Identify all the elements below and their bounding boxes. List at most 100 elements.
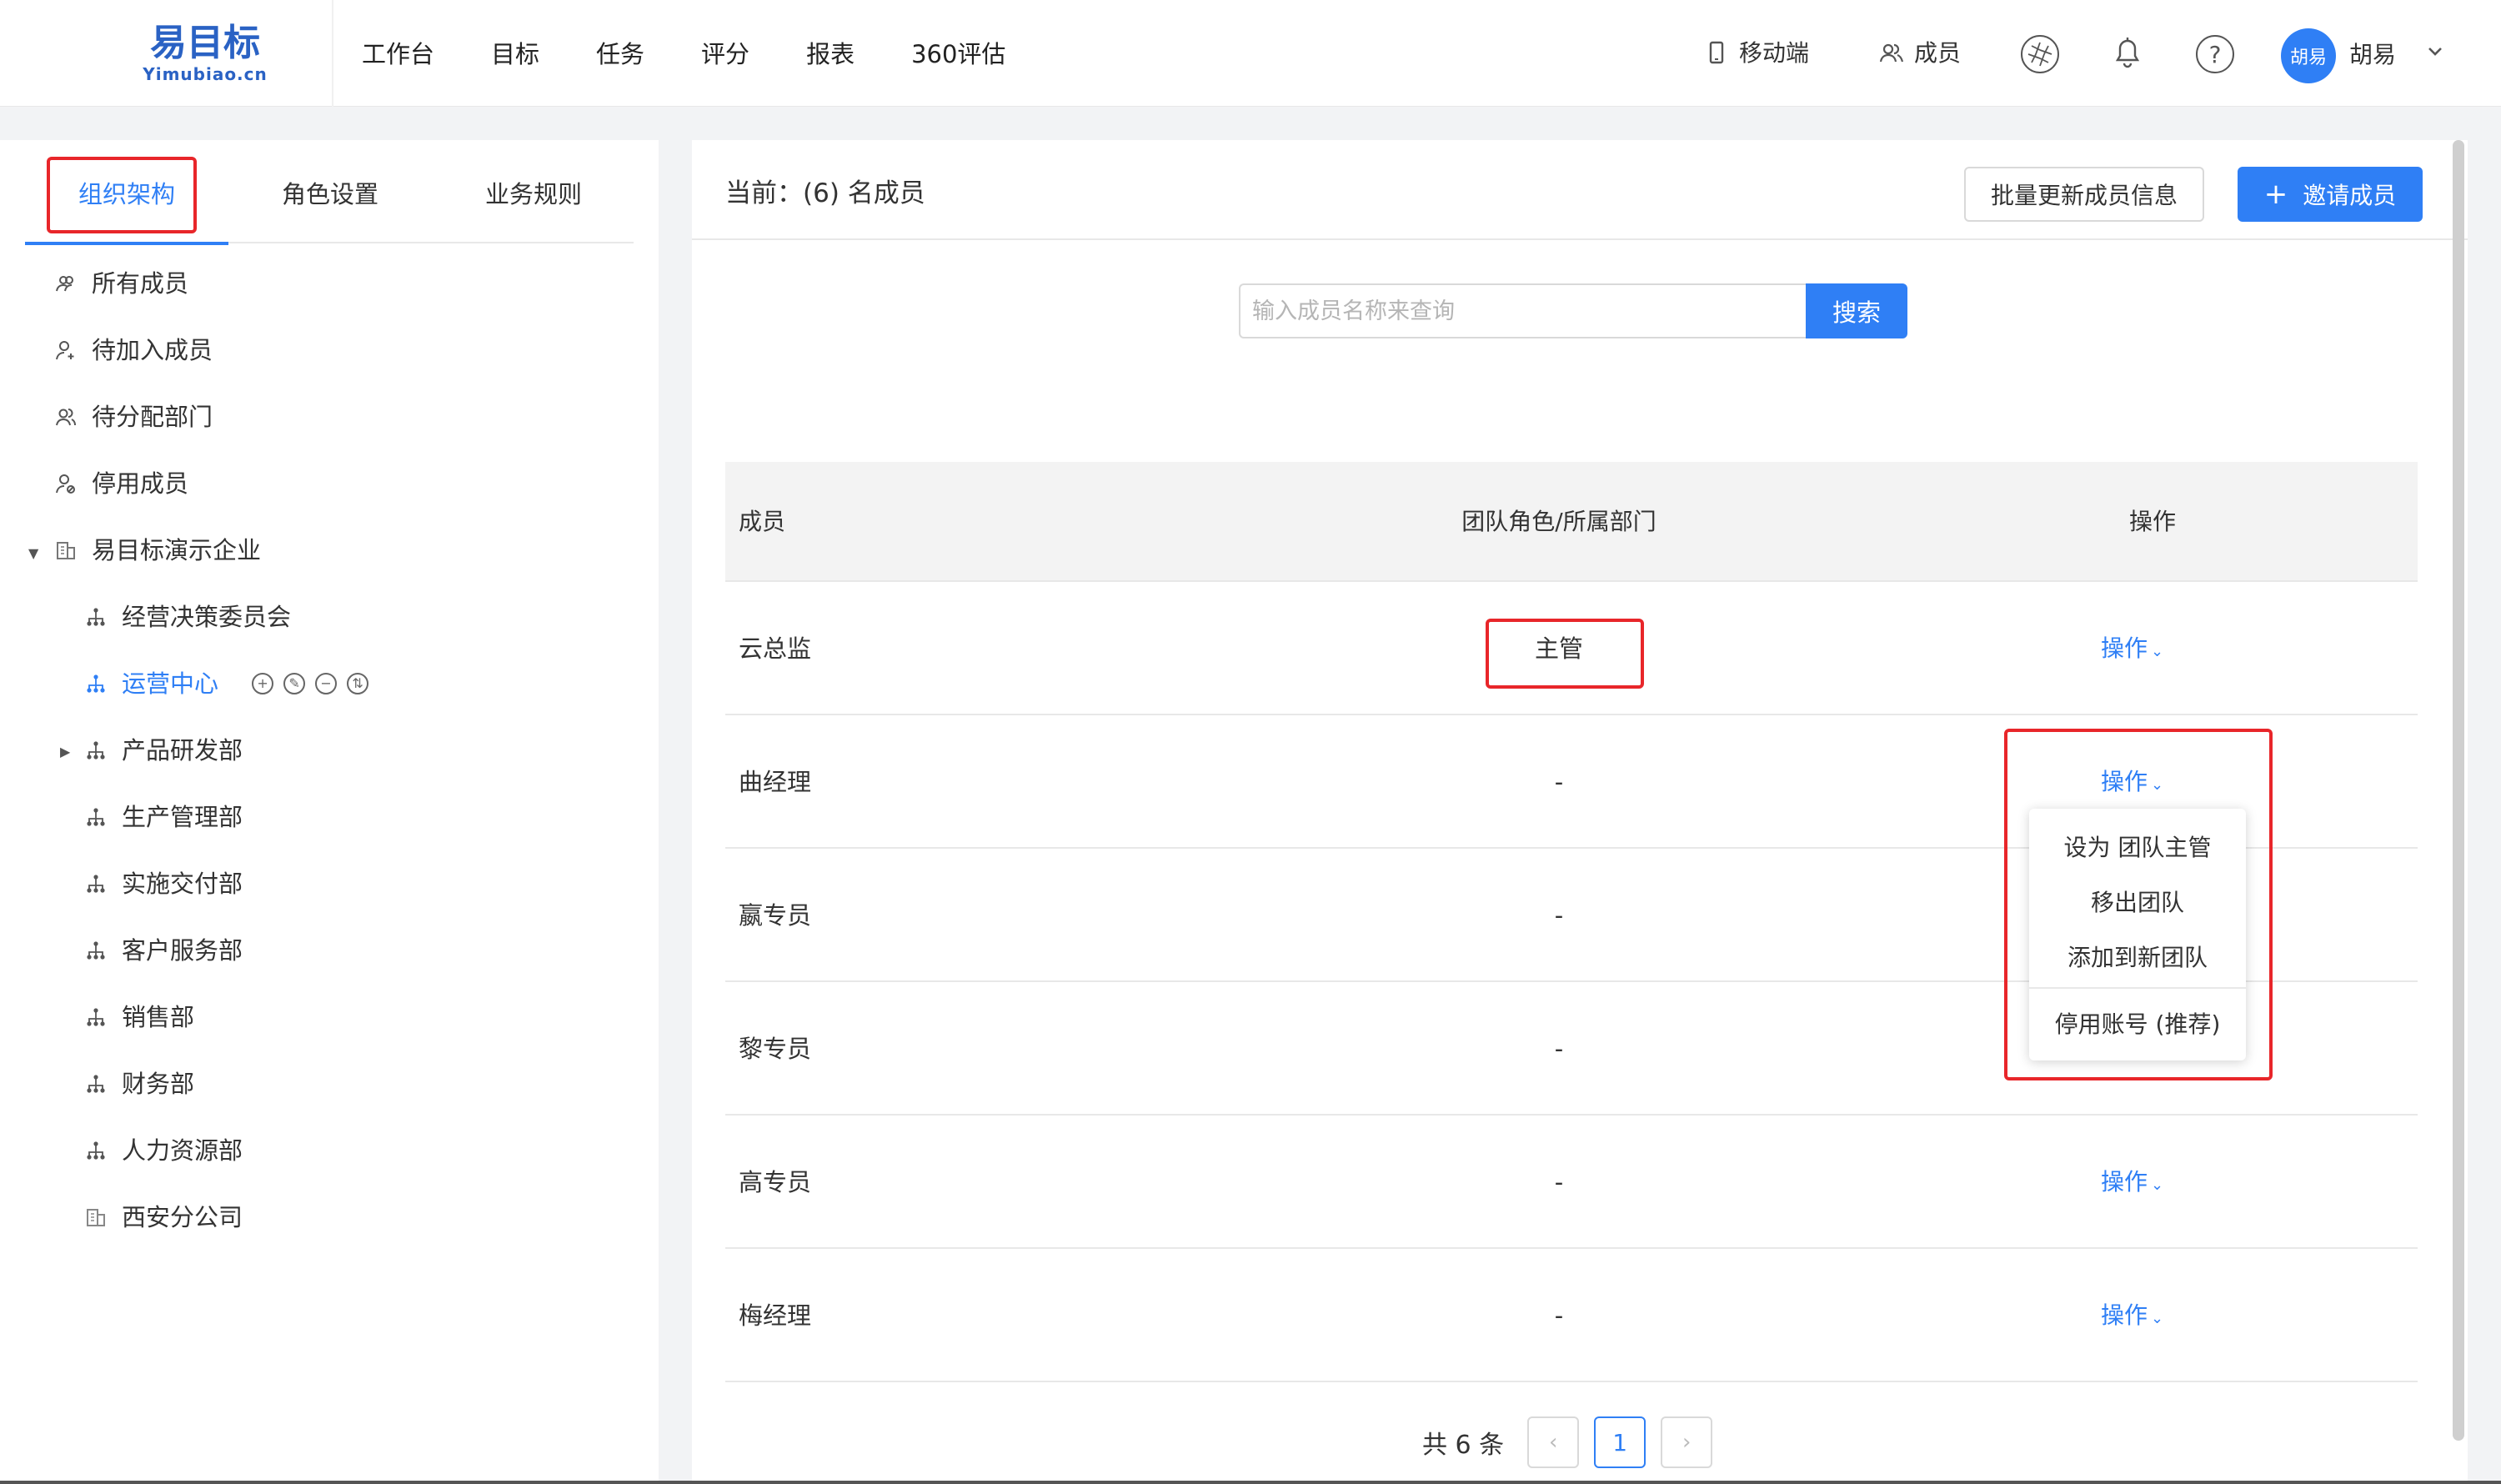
action-label: 操作 bbox=[2101, 1301, 2148, 1329]
action-dropdown[interactable]: 操作⌄ bbox=[2101, 1249, 2163, 1382]
tree-item-dept[interactable]: 实施交付部 bbox=[83, 850, 243, 917]
tree-item-label: 经营决策委员会 bbox=[122, 603, 292, 631]
tree-item-label: 待分配部门 bbox=[92, 403, 213, 431]
mobile-link[interactable]: 移动端 bbox=[1702, 35, 1809, 72]
tree-item-label: 运营中心 bbox=[122, 669, 219, 698]
tree-item-label: 停用成员 bbox=[92, 469, 189, 498]
tree-item-dept[interactable]: 客户服务部 bbox=[83, 917, 243, 984]
nav-reports[interactable]: 报表 bbox=[806, 33, 855, 75]
tab-business-rules[interactable]: 业务规则 bbox=[432, 157, 635, 243]
action-dropdown[interactable]: 操作⌄ bbox=[2101, 582, 2163, 715]
header-role-dept: 团队角色/所属部门 bbox=[1461, 508, 1656, 535]
nav-360[interactable]: 360评估 bbox=[911, 33, 1005, 75]
main-nav: 工作台 目标 任务 评分 报表 360评估 bbox=[362, 33, 1062, 75]
tree-item-label: 客户服务部 bbox=[122, 936, 243, 965]
tree-item-dept[interactable]: 销售部 bbox=[83, 984, 194, 1050]
tree-item-company[interactable]: 易目标演示企业 bbox=[53, 517, 261, 584]
tree-item-label: 销售部 bbox=[122, 1003, 195, 1031]
tree-item-label: 待加入成员 bbox=[92, 336, 213, 364]
users-icon bbox=[53, 404, 78, 429]
tree-item-pending-dept[interactable]: 待分配部门 bbox=[53, 384, 213, 450]
nav-goals[interactable]: 目标 bbox=[491, 33, 539, 75]
cell-role: - bbox=[1554, 1168, 1564, 1196]
tree-item-label: 产品研发部 bbox=[122, 736, 243, 765]
logo-en: Yimubiao.cn bbox=[143, 64, 268, 84]
tree-item-dept[interactable]: 产品研发部 bbox=[83, 717, 243, 784]
org-chart-icon bbox=[83, 938, 108, 963]
search-button[interactable]: 搜索 bbox=[1806, 283, 1907, 338]
cell-member-name: 高专员 bbox=[739, 1168, 812, 1196]
logo[interactable]: 易目标 Yimubiao.cn bbox=[80, 22, 330, 83]
tree-item-dept[interactable]: 财务部 bbox=[83, 1050, 194, 1117]
batch-update-button[interactable]: 批量更新成员信息 bbox=[1964, 167, 2204, 222]
tree-item-branch[interactable]: 西安分公司 bbox=[83, 1184, 243, 1251]
caret-down-icon[interactable]: ▼ bbox=[28, 545, 38, 561]
edit-circle-icon[interactable]: ✎ bbox=[283, 673, 306, 694]
members-link[interactable]: 成员 bbox=[1877, 35, 1961, 72]
tab-business-rules-label: 业务规则 bbox=[484, 180, 582, 208]
table-row: 梅经理 - 操作 ⌄ bbox=[725, 1249, 2418, 1382]
table-header: 成员 团队角色/所属部门 操作 bbox=[725, 462, 2418, 582]
tree-item-label: 生产管理部 bbox=[122, 803, 243, 831]
cell-role: - bbox=[1554, 1035, 1564, 1063]
tree-item-dept[interactable]: 人力资源部 bbox=[83, 1117, 243, 1184]
tree-item-dept[interactable]: 生产管理部 bbox=[83, 784, 243, 850]
avatar[interactable]: 胡易 bbox=[2281, 28, 2336, 83]
header-action: 操作 bbox=[2129, 508, 2177, 535]
scrollbar[interactable] bbox=[2453, 140, 2464, 1441]
sort-circle-icon[interactable]: ⇅ bbox=[347, 673, 369, 694]
org-chart-icon bbox=[83, 671, 108, 696]
highlight-box-tab bbox=[47, 157, 197, 233]
add-circle-icon[interactable]: + bbox=[252, 673, 274, 694]
top-bar: 易目标 Yimubiao.cn 工作台 目标 任务 评分 报表 360评估 移动… bbox=[0, 0, 2501, 107]
chevron-down-icon: ⌄ bbox=[2151, 643, 2164, 660]
nav-scoring[interactable]: 评分 bbox=[701, 33, 749, 75]
tree-item-label: 西安分公司 bbox=[122, 1203, 243, 1231]
aperture-icon[interactable] bbox=[2021, 35, 2059, 73]
tree-item-label: 财务部 bbox=[122, 1070, 195, 1098]
members-label: 成员 bbox=[1914, 39, 1962, 67]
org-chart-icon bbox=[83, 604, 108, 629]
nav-workbench[interactable]: 工作台 bbox=[362, 33, 434, 75]
chevron-down-icon: ⌄ bbox=[2151, 1176, 2164, 1194]
tree-item-dept-selected[interactable]: 运营中心 + ✎ − ⇅ bbox=[83, 650, 369, 717]
org-chart-icon bbox=[83, 738, 108, 763]
help-icon[interactable]: ? bbox=[2196, 35, 2234, 73]
tree-item-disabled[interactable]: 停用成员 bbox=[53, 450, 188, 517]
plus-icon: + bbox=[2263, 178, 2288, 211]
search-bar: 搜索 bbox=[1239, 283, 1907, 338]
user-menu-chevron-icon[interactable] bbox=[2424, 40, 2446, 67]
user-name[interactable]: 胡易 bbox=[2349, 37, 2396, 73]
cell-role: - bbox=[1554, 768, 1564, 796]
cell-member-name: 曲经理 bbox=[739, 768, 812, 796]
tree-item-pending-join[interactable]: 待加入成员 bbox=[53, 317, 213, 384]
help-glyph: ? bbox=[2208, 40, 2222, 68]
org-chart-icon bbox=[83, 871, 108, 896]
table-row: 高专员 - 操作 ⌄ bbox=[725, 1116, 2418, 1249]
pagination: 共 6 条 ‹ 1 › bbox=[1422, 1416, 1727, 1468]
notification-button[interactable] bbox=[2111, 33, 2153, 70]
org-chart-icon bbox=[83, 1071, 108, 1096]
tree-item-label: 所有成员 bbox=[92, 269, 189, 298]
chevron-down-icon: ⌄ bbox=[2151, 1310, 2164, 1327]
action-dropdown[interactable]: 操作⌄ bbox=[2101, 1116, 2163, 1249]
group-icon bbox=[53, 271, 78, 296]
action-label: 操作 bbox=[2101, 1168, 2148, 1196]
highlight-box-menu bbox=[2004, 729, 2273, 1080]
pager-prev-button[interactable]: ‹ bbox=[1527, 1416, 1580, 1468]
remove-circle-icon[interactable]: − bbox=[315, 673, 338, 694]
tree-item-all-members[interactable]: 所有成员 bbox=[53, 250, 188, 317]
pager-page-1[interactable]: 1 bbox=[1594, 1416, 1646, 1468]
nav-tasks[interactable]: 任务 bbox=[596, 33, 644, 75]
tab-role-settings[interactable]: 角色设置 bbox=[228, 157, 432, 243]
active-tab-indicator bbox=[25, 242, 228, 245]
building-icon bbox=[53, 538, 78, 563]
invite-member-label: 邀请成员 bbox=[2303, 182, 2397, 209]
users-icon bbox=[1877, 39, 1906, 68]
tree-item-dept[interactable]: 经营决策委员会 bbox=[83, 584, 291, 650]
invite-member-button[interactable]: + 邀请成员 bbox=[2238, 167, 2423, 222]
search-input[interactable] bbox=[1239, 283, 1806, 338]
pager-next-button[interactable]: › bbox=[1661, 1416, 1713, 1468]
caret-right-icon[interactable]: ▶ bbox=[60, 744, 70, 760]
logo-divider bbox=[332, 0, 333, 107]
